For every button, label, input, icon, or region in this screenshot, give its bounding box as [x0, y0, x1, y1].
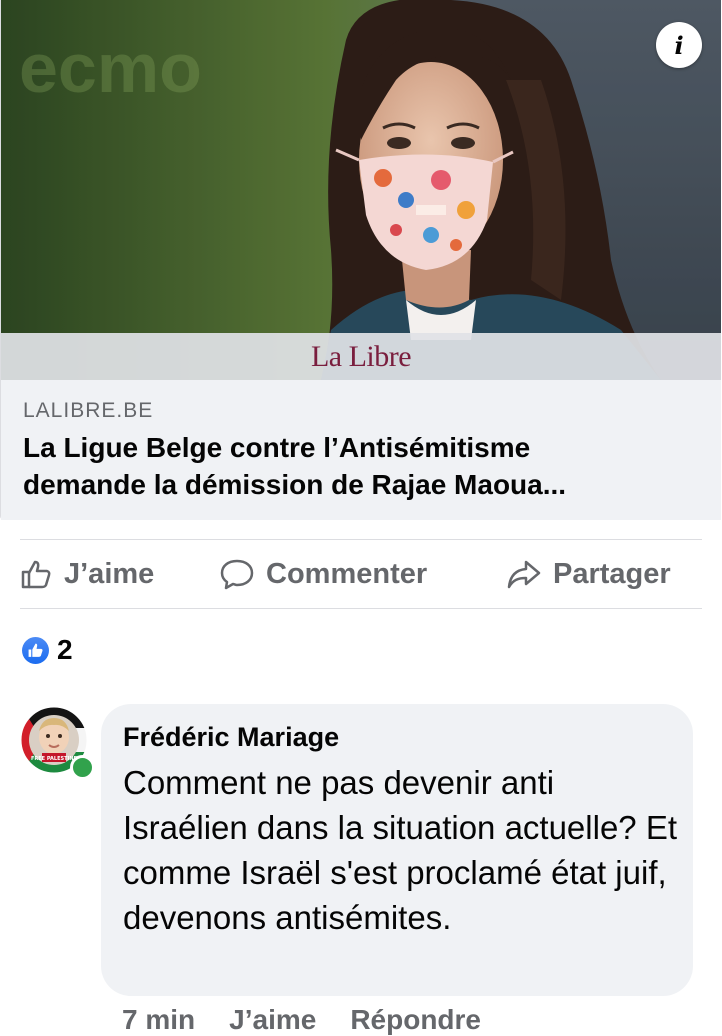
reactions-summary[interactable]: 2 — [22, 634, 73, 666]
comment-like-button[interactable]: J’aime — [229, 1004, 316, 1036]
reaction-count: 2 — [57, 634, 73, 665]
comment-bubble-icon — [220, 559, 254, 590]
link-headline-line-1: La Ligue Belge contre l’Antisémitisme — [23, 432, 531, 463]
avatar[interactable]: FREE PALESTINE — [20, 704, 95, 780]
share-label: Partager — [553, 557, 671, 590]
post-actions: J’aime Commenter Partager — [0, 540, 722, 608]
link-headline-line-2: demande la démission de Rajae Maoua... — [23, 469, 567, 500]
comment-button[interactable]: Commenter — [220, 540, 427, 608]
like-button[interactable]: J’aime — [20, 540, 154, 608]
article-photo: ecmo — [1, 0, 721, 380]
link-domain: LALIBRE.BE — [23, 399, 154, 422]
publisher-logo: La Libre — [310, 339, 412, 373]
comment-meta: 7 min J’aime Répondre — [122, 1004, 515, 1036]
comment-reply-button[interactable]: Répondre — [350, 1004, 481, 1036]
divider-bottom — [20, 608, 702, 609]
link-card-text[interactable]: LALIBRE.BE La Ligue Belge contre l’Antis… — [1, 380, 721, 520]
like-label: J’aime — [64, 557, 155, 590]
share-arrow-icon — [507, 560, 541, 589]
svg-text:ecmo: ecmo — [19, 29, 202, 107]
article-thumbnail[interactable]: ecmo La Libre i — [1, 0, 721, 380]
online-status-indicator — [70, 755, 95, 780]
like-reaction-icon — [22, 636, 49, 664]
thumbs-up-icon — [21, 560, 51, 589]
comment-bubble[interactable]: Frédéric Mariage Comment ne pas devenir … — [101, 704, 693, 996]
comment-author[interactable]: Frédéric Mariage — [123, 720, 673, 754]
comment-label: Commenter — [266, 557, 428, 590]
link-preview-card[interactable]: ecmo La Libre i LALIBRE.BE La Ligue Belg… — [0, 0, 721, 520]
comment-time[interactable]: 7 min — [122, 1004, 195, 1036]
comment-text: Comment ne pas devenir anti Israélien da… — [123, 764, 678, 936]
info-icon[interactable]: i — [656, 22, 702, 68]
share-button[interactable]: Partager — [507, 540, 671, 608]
publisher-logo-strip: La Libre — [1, 333, 721, 380]
